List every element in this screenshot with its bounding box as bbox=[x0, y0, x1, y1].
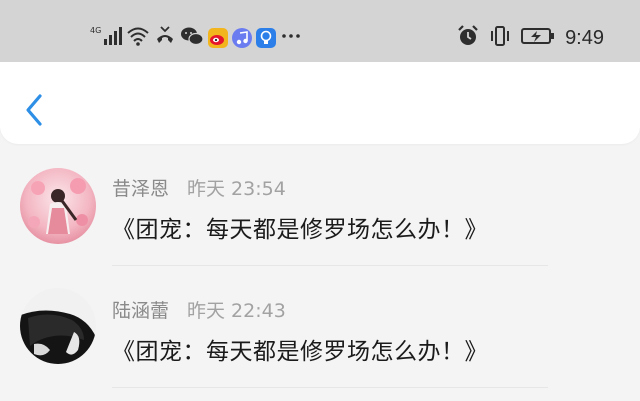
comment-meta: 昔泽恩 昨天 23:54 bbox=[112, 174, 286, 201]
back-button[interactable] bbox=[18, 90, 52, 130]
username[interactable]: 昔泽恩 bbox=[112, 178, 169, 200]
vibrate-icon bbox=[489, 25, 511, 51]
weibo-icon bbox=[208, 28, 228, 48]
avatar[interactable] bbox=[20, 168, 96, 244]
wifi-icon bbox=[126, 25, 150, 51]
battery-charging-icon bbox=[521, 26, 555, 50]
missed-call-icon bbox=[154, 25, 176, 51]
bulb-app-icon bbox=[256, 28, 276, 48]
svg-text:4G: 4G bbox=[90, 26, 101, 35]
nav-bar bbox=[0, 62, 640, 144]
alarm-icon bbox=[457, 25, 479, 51]
timestamp: 昨天 22:43 bbox=[187, 300, 286, 322]
signal-icon: 4G bbox=[90, 25, 122, 51]
status-left: 4G bbox=[90, 25, 302, 51]
wechat-icon bbox=[180, 25, 204, 51]
comment-text: 《团宠：每天都是修罗场怎么办！》 bbox=[112, 339, 488, 365]
music-app-icon bbox=[232, 28, 252, 48]
timestamp: 昨天 23:54 bbox=[187, 178, 286, 200]
list-item[interactable]: 陆涵蕾 昨天 22:43 《团宠：每天都是修罗场怎么办！》 bbox=[0, 266, 640, 388]
divider bbox=[112, 387, 548, 388]
status-bar: 4G 9:49 bbox=[0, 0, 640, 68]
clock-time: 9:49 bbox=[565, 26, 604, 49]
comment-meta: 陆涵蕾 昨天 22:43 bbox=[112, 296, 286, 323]
username[interactable]: 陆涵蕾 bbox=[112, 300, 169, 322]
list-item[interactable]: 昔泽恩 昨天 23:54 《团宠：每天都是修罗场怎么办！》 bbox=[0, 144, 640, 266]
avatar[interactable] bbox=[20, 288, 96, 364]
comment-text: 《团宠：每天都是修罗场怎么办！》 bbox=[112, 217, 488, 243]
chevron-left-icon bbox=[26, 94, 42, 126]
more-dots-icon bbox=[280, 25, 302, 51]
status-right: 9:49 bbox=[457, 25, 604, 51]
